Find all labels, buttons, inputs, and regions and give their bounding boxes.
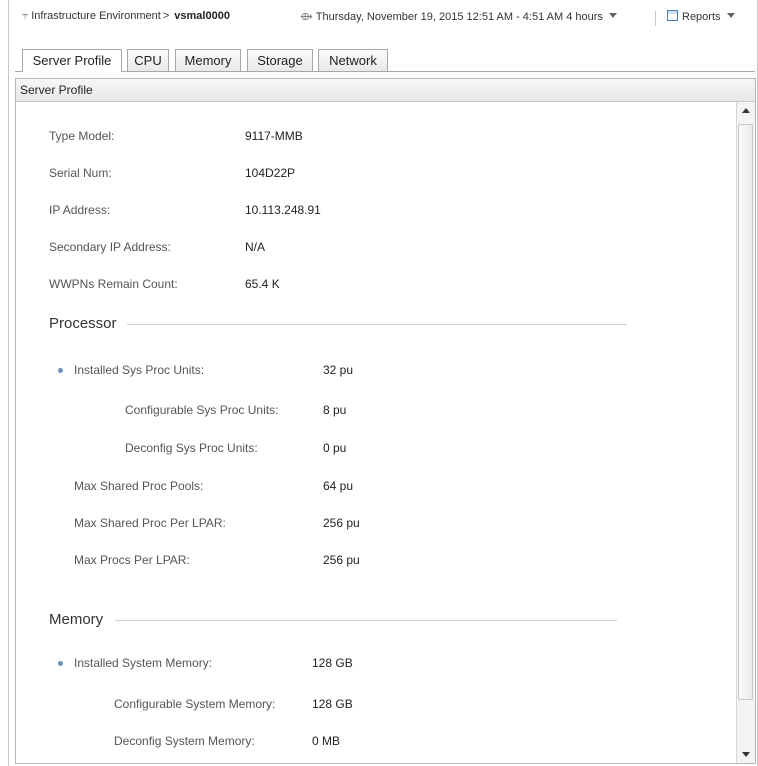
max-shared-per-lpar-label: Max Shared Proc Per LPAR: (74, 516, 226, 530)
wwpns-remain-value: 65.4 K (245, 277, 280, 291)
max-procs-per-lpar-label: Max Procs Per LPAR: (74, 553, 190, 567)
scroll-up-icon[interactable] (737, 102, 755, 120)
breadcrumb-parent[interactable]: Infrastructure Environment (31, 10, 161, 22)
memory-section-title: Memory (49, 611, 104, 628)
breadcrumb-separator: > (162, 10, 170, 22)
tab-cpu[interactable]: CPU (127, 49, 169, 71)
reports-menu[interactable]: Reports (667, 10, 735, 23)
memory-divider (115, 620, 617, 621)
installed-memory-label: Installed System Memory: (74, 656, 213, 670)
clock-icon: ⟴ (300, 11, 313, 23)
deconfig-proc-label: Deconfig Sys Proc Units: (125, 441, 258, 455)
configurable-proc-label: Configurable Sys Proc Units: (125, 403, 279, 417)
tab-underline (15, 71, 755, 72)
deconfig-memory-label: Deconfig System Memory: (114, 734, 255, 748)
breadcrumb: ⥾ Infrastructure Environment > vsmal0000 (22, 10, 230, 23)
ip-address-label: IP Address: (49, 203, 111, 217)
secondary-ip-value: N/A (245, 240, 266, 254)
breadcrumb-current: vsmal0000 (174, 10, 230, 22)
installed-proc-value: 32 pu (323, 363, 354, 377)
serial-num-value: 104D22P (245, 166, 296, 180)
bullet-icon (58, 368, 63, 373)
processor-divider (127, 324, 627, 325)
configurable-memory-value: 128 GB (312, 697, 353, 711)
max-shared-pools-value: 64 pu (323, 479, 354, 493)
tab-memory[interactable]: Memory (175, 49, 241, 71)
dropdown-arrow-icon (726, 13, 735, 18)
tab-storage[interactable]: Storage (247, 49, 313, 71)
ip-address-value: 10.113.248.91 (245, 203, 321, 217)
deconfig-memory-value: 0 MB (312, 734, 341, 748)
dropdown-arrow-icon (608, 13, 617, 18)
bullet-icon (58, 661, 63, 666)
vertical-scrollbar[interactable] (736, 102, 755, 763)
tab-server-profile[interactable]: Server Profile (22, 49, 122, 72)
secondary-ip-label: Secondary IP Address: (49, 240, 171, 254)
max-shared-per-lpar-value: 256 pu (323, 516, 360, 530)
panel-content: Type Model: 9117-MMB Serial Num: 104D22P… (16, 102, 735, 763)
type-model-label: Type Model: (49, 129, 115, 143)
time-range-selector[interactable]: ⟴ Thursday, November 19, 2015 12:51 AM - … (300, 10, 617, 23)
divider (655, 11, 656, 26)
max-shared-pools-label: Max Shared Proc Pools: (74, 479, 204, 493)
scroll-down-icon[interactable] (737, 745, 755, 763)
panel-title: Server Profile (16, 79, 755, 102)
top-bar: ⥾ Infrastructure Environment > vsmal0000 ⟴ T… (22, 10, 750, 30)
home-icon[interactable]: ⥾ (22, 10, 28, 22)
type-model-value: 9117-MMB (245, 129, 303, 143)
deconfig-proc-value: 0 pu (323, 441, 347, 455)
reports-icon (667, 10, 678, 21)
tab-network[interactable]: Network (318, 49, 388, 71)
max-procs-per-lpar-value: 256 pu (323, 553, 360, 567)
configurable-memory-label: Configurable System Memory: (114, 697, 276, 711)
server-profile-panel: Server Profile Type Model: 9117-MMB Seri… (15, 78, 756, 764)
reports-label: Reports (682, 11, 721, 23)
wwpns-remain-label: WWPNs Remain Count: (49, 277, 178, 291)
installed-proc-label: Installed Sys Proc Units: (74, 363, 205, 377)
scrollbar-thumb[interactable] (738, 124, 753, 700)
installed-memory-value: 128 GB (312, 656, 353, 670)
serial-num-label: Serial Num: (49, 166, 112, 180)
configurable-proc-value: 8 pu (323, 403, 347, 417)
time-range-text: Thursday, November 19, 2015 12:51 AM - 4… (315, 11, 603, 23)
processor-section-title: Processor (49, 315, 117, 332)
